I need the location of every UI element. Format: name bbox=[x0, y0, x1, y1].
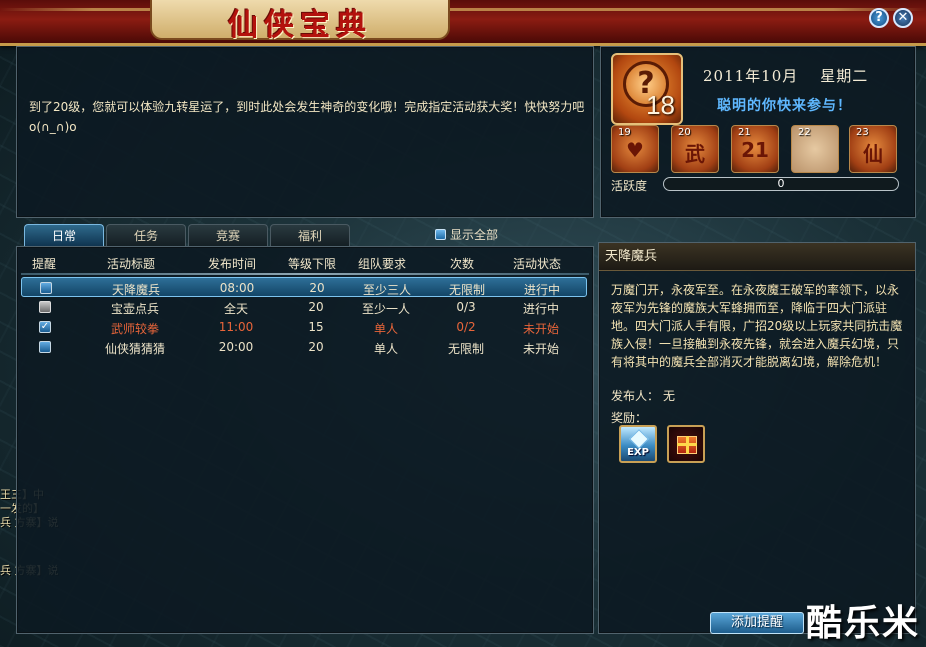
intro-text: 到了20级，您就可以体验九转星运了，到时此处会发生神奇的变化哦！完成指定活动获大… bbox=[29, 100, 585, 134]
row-status: 未开始 bbox=[522, 322, 559, 336]
day-number: 20 bbox=[678, 127, 691, 138]
date-line: 2011年10月 星期二 bbox=[703, 65, 868, 86]
header-remind: 提醒 bbox=[31, 257, 56, 271]
publisher-label: 发布人： bbox=[611, 389, 660, 403]
remind-checkbox-checked[interactable]: ✓ bbox=[39, 321, 51, 333]
day-number: 23 bbox=[856, 127, 869, 138]
table-row[interactable]: 仙侠猜猜猜 20:00 20 单人 无限制 未开始 bbox=[21, 337, 587, 357]
intro-panel: 到了20级，您就可以体验九转星运了，到时此处会发生神奇的变化哦！完成指定活动获大… bbox=[16, 46, 594, 218]
close-icon[interactable]: ✕ bbox=[893, 8, 913, 28]
row-status: 未开始 bbox=[522, 342, 559, 356]
table-row[interactable]: 宝壶点兵 全天 20 至少一人 0/3 进行中 bbox=[21, 297, 587, 317]
day-number: 21 bbox=[738, 127, 751, 138]
row-title: 武师较拳 bbox=[110, 322, 159, 336]
gift-shape bbox=[677, 436, 697, 454]
row-count: 0/3 bbox=[456, 300, 476, 314]
detail-title: 天降魔兵 bbox=[599, 243, 915, 271]
row-time: 08:00 bbox=[219, 281, 255, 295]
crystal-icon bbox=[629, 429, 649, 449]
activity-detail-panel: 天降魔兵 万魔门开，永夜军至。在永夜魔王破军的率领下，以永夜军为先锋的魔族大军蜂… bbox=[598, 242, 916, 634]
row-time: 20:00 bbox=[218, 340, 254, 354]
row-title: 宝壶点兵 bbox=[110, 302, 159, 316]
table-row[interactable]: 天降魔兵 08:00 20 至少三人 无限制 进行中 bbox=[21, 277, 587, 297]
table-row[interactable]: ✓ 武师较拳 11:00 15 单人 0/2 未开始 bbox=[21, 317, 587, 337]
calendar-panel: ? 18 2011年10月 星期二 聪明的你快来参与！ 19 ♥ 20 武 21 … bbox=[600, 46, 916, 218]
question-icon[interactable]: ? bbox=[869, 8, 889, 28]
calendar-day-20[interactable]: 20 武 bbox=[671, 125, 719, 173]
day-number: 19 bbox=[618, 127, 631, 138]
row-count: 无限制 bbox=[447, 342, 484, 356]
add-reminder-button[interactable]: 添加提醒 bbox=[710, 612, 804, 634]
calendar-day-19[interactable]: 19 ♥ bbox=[611, 125, 659, 173]
year-month: 2011年10月 bbox=[703, 67, 799, 85]
watermark-text: 酷乐米 bbox=[806, 603, 921, 644]
title-scroll: 仙侠宝典 bbox=[150, 0, 450, 43]
row-team: 至少一人 bbox=[361, 302, 410, 316]
reward-label: 奖励： bbox=[611, 411, 648, 425]
tab-quest[interactable]: 任务 bbox=[106, 224, 186, 246]
row-count: 0/2 bbox=[456, 320, 476, 334]
activity-list-panel: 提醒 活动标题 发布时间 等级下限 组队要求 次数 活动状态 天降魔兵 08:0… bbox=[16, 246, 594, 634]
header-time: 发布时间 bbox=[207, 257, 256, 271]
activity-label: 活跃度 bbox=[611, 179, 648, 193]
header-divider bbox=[21, 273, 589, 275]
title-banner: 仙侠宝典 ? ✕ bbox=[0, 0, 926, 46]
heart-icon: ♥ bbox=[626, 138, 644, 162]
exp-icon[interactable]: EXP bbox=[619, 425, 657, 463]
immortal-icon: 仙 bbox=[863, 142, 883, 166]
weekday: 星期二 bbox=[820, 67, 869, 85]
row-count: 无限制 bbox=[448, 283, 485, 297]
publisher-line: 发布人：无 bbox=[611, 387, 675, 404]
tab-contest[interactable]: 竞赛 bbox=[188, 224, 268, 246]
row-title: 天降魔兵 bbox=[111, 283, 160, 297]
today-number: 18 bbox=[646, 90, 675, 120]
header-team: 组队要求 bbox=[357, 257, 406, 271]
row-time: 全天 bbox=[223, 302, 248, 316]
martial-icon: 武 bbox=[685, 142, 705, 166]
banner-trim bbox=[0, 8, 926, 11]
exp-label: EXP bbox=[627, 447, 649, 458]
row-title: 仙侠猜猜猜 bbox=[104, 342, 165, 356]
gift-box-icon[interactable] bbox=[667, 425, 705, 463]
checkbox-icon bbox=[435, 229, 446, 240]
row-status: 进行中 bbox=[522, 302, 559, 316]
header-status: 活动状态 bbox=[512, 257, 561, 271]
number-badge-icon: 21 bbox=[741, 138, 769, 162]
today-badge[interactable]: ? 18 bbox=[611, 53, 683, 125]
tab-daily[interactable]: 日常 bbox=[24, 224, 104, 246]
remind-checkbox[interactable] bbox=[39, 301, 51, 313]
row-time: 11:00 bbox=[218, 320, 254, 334]
activity-bar: 0 bbox=[663, 177, 899, 191]
calendar-day-22[interactable]: 22 bbox=[791, 125, 839, 173]
calendar-slogan: 聪明的你快来参与！ bbox=[717, 98, 852, 114]
row-team: 单人 bbox=[373, 342, 398, 356]
remind-checkbox[interactable] bbox=[39, 341, 51, 353]
show-all-label: 显示全部 bbox=[450, 228, 499, 242]
show-all-checkbox[interactable]: 显示全部 bbox=[435, 226, 498, 243]
window-title: 仙侠宝典 bbox=[228, 8, 372, 43]
publisher-value: 无 bbox=[663, 389, 676, 403]
row-team: 单人 bbox=[373, 322, 398, 336]
row-status: 进行中 bbox=[523, 283, 560, 297]
calendar-day-21[interactable]: 21 21 bbox=[731, 125, 779, 173]
table-header: 提醒 活动标题 发布时间 等级下限 组队要求 次数 活动状态 bbox=[17, 255, 593, 273]
day-number: 22 bbox=[798, 127, 811, 138]
activity-value: 0 bbox=[777, 177, 785, 190]
header-title: 活动标题 bbox=[106, 257, 155, 271]
remind-checkbox[interactable] bbox=[40, 282, 52, 294]
row-team: 至少三人 bbox=[362, 283, 411, 297]
tab-welfare[interactable]: 福利 bbox=[270, 224, 350, 246]
detail-description: 万魔门开，永夜军至。在永夜魔王破军的率领下，以永夜军为先锋的魔族大军蜂拥而至，降… bbox=[611, 283, 903, 369]
header-count: 次数 bbox=[449, 257, 474, 271]
calendar-day-23[interactable]: 23 仙 bbox=[849, 125, 897, 173]
